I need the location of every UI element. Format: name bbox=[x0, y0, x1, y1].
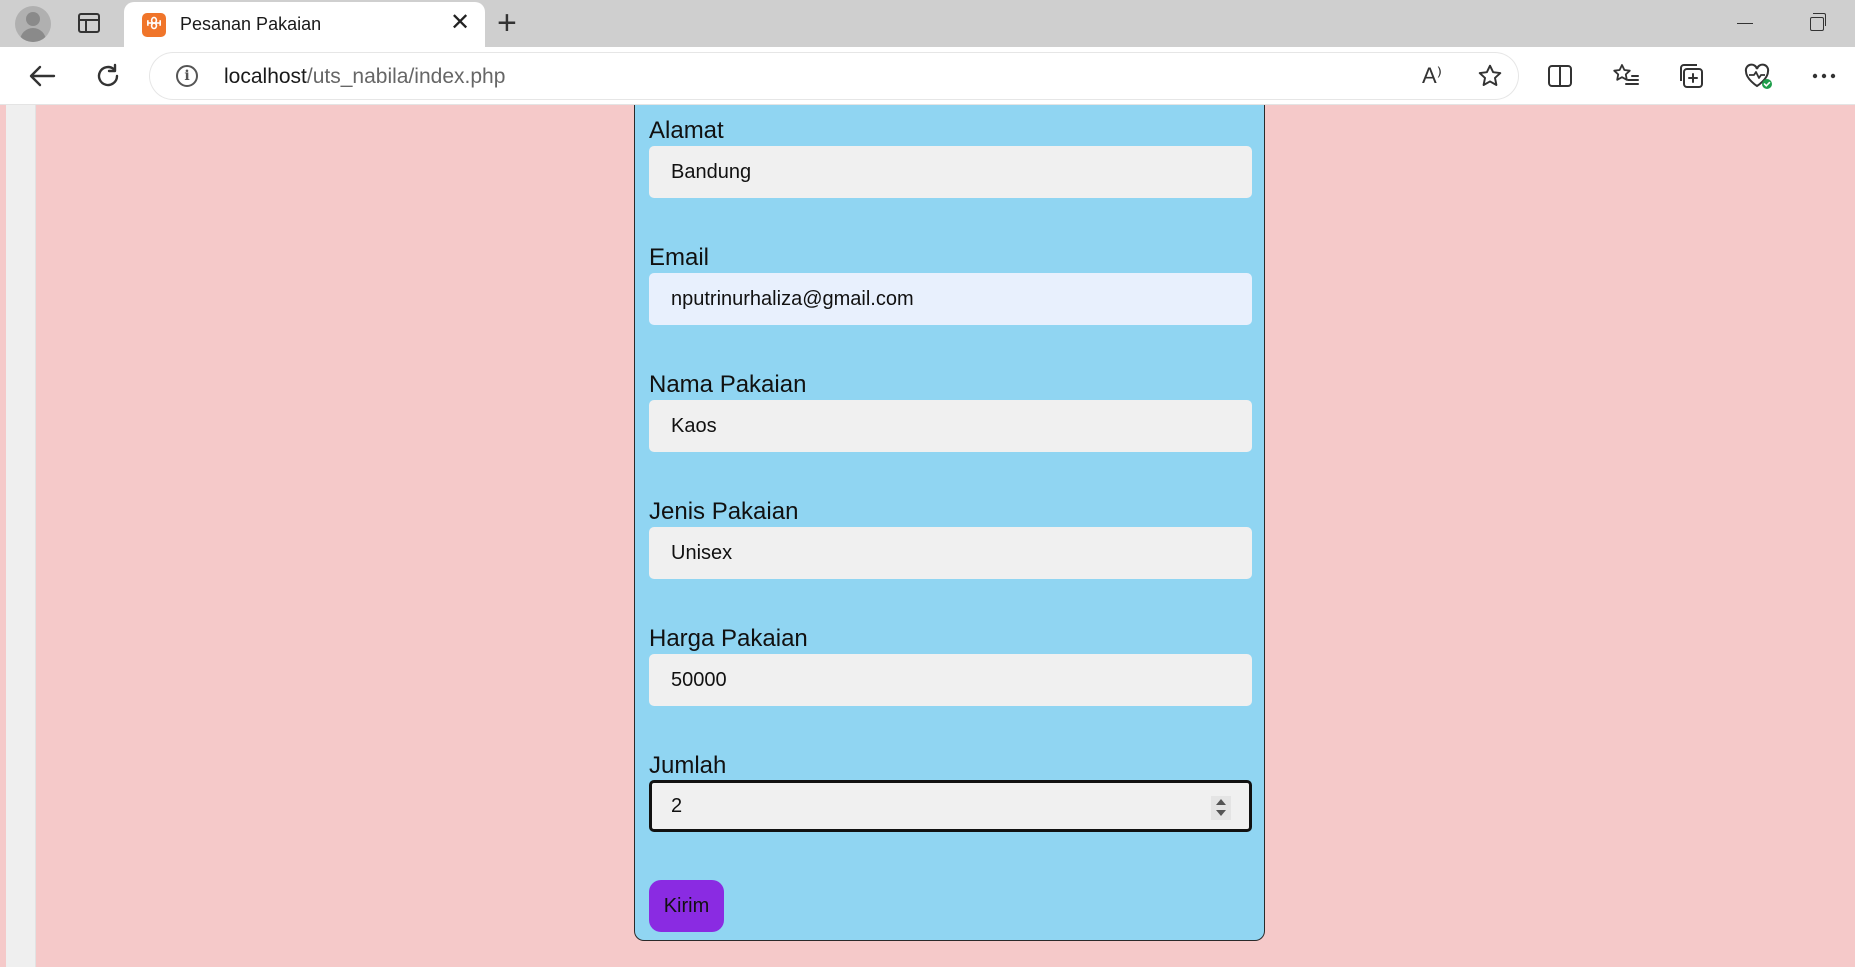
alamat-label: Alamat bbox=[649, 117, 724, 144]
read-aloud-icon[interactable]: A⁾ bbox=[1412, 53, 1452, 99]
browser-toolbar: i localhost/uts_nabila/index.php A⁾ bbox=[0, 47, 1855, 105]
alamat-input[interactable]: Bandung bbox=[649, 146, 1252, 198]
jumlah-label: Jumlah bbox=[649, 752, 727, 779]
jumlah-number-input[interactable]: 2 bbox=[649, 780, 1252, 832]
more-options-icon[interactable] bbox=[1804, 47, 1844, 105]
profile-avatar-icon[interactable] bbox=[15, 6, 51, 42]
collections-icon[interactable] bbox=[1672, 47, 1712, 105]
minimize-window-icon[interactable] bbox=[1737, 23, 1753, 24]
kirim-submit-button[interactable]: Kirim bbox=[649, 880, 724, 932]
nama-pakaian-input[interactable]: Kaos bbox=[649, 400, 1252, 452]
back-arrow-icon[interactable] bbox=[22, 47, 62, 105]
browser-essentials-icon[interactable] bbox=[1738, 47, 1778, 105]
favorites-list-icon[interactable] bbox=[1606, 47, 1646, 105]
url-text[interactable]: localhost/uts_nabila/index.php bbox=[224, 65, 505, 89]
site-info-icon[interactable]: i bbox=[176, 65, 198, 87]
tab-close-icon[interactable]: ✕ bbox=[450, 10, 470, 36]
browser-tab-active[interactable]: ꗳ Pesanan Pakaian ✕ bbox=[124, 2, 485, 47]
jenis-pakaian-input[interactable]: Unisex bbox=[649, 527, 1252, 579]
restore-window-icon[interactable] bbox=[1810, 13, 1826, 31]
address-bar[interactable]: i localhost/uts_nabila/index.php A⁾ bbox=[150, 53, 1518, 99]
xampp-favicon-icon: ꗳ bbox=[142, 13, 166, 37]
favorite-star-icon[interactable] bbox=[1470, 53, 1510, 99]
new-tab-icon[interactable]: + bbox=[497, 4, 517, 42]
email-label: Email bbox=[649, 244, 710, 271]
tab-actions-icon[interactable] bbox=[78, 13, 100, 33]
jumlah-value: 2 bbox=[671, 795, 683, 817]
tab-title: Pesanan Pakaian bbox=[180, 14, 322, 34]
page-left-strip bbox=[6, 105, 36, 967]
refresh-icon[interactable] bbox=[88, 47, 128, 105]
harga-pakaian-input[interactable]: 50000 bbox=[649, 654, 1252, 706]
tab-strip: ꗳ Pesanan Pakaian ✕ + bbox=[0, 0, 1855, 47]
jenis-pakaian-label: Jenis Pakaian bbox=[649, 498, 799, 525]
order-form: Alamat Bandung Email nputrinurhaliza@gma… bbox=[634, 105, 1265, 941]
split-screen-icon[interactable] bbox=[1540, 47, 1580, 105]
harga-pakaian-label: Harga Pakaian bbox=[649, 625, 808, 652]
email-input[interactable]: nputrinurhaliza@gmail.com bbox=[649, 273, 1252, 325]
nama-pakaian-label: Nama Pakaian bbox=[649, 371, 807, 398]
number-spinner-icon[interactable] bbox=[1211, 796, 1231, 820]
